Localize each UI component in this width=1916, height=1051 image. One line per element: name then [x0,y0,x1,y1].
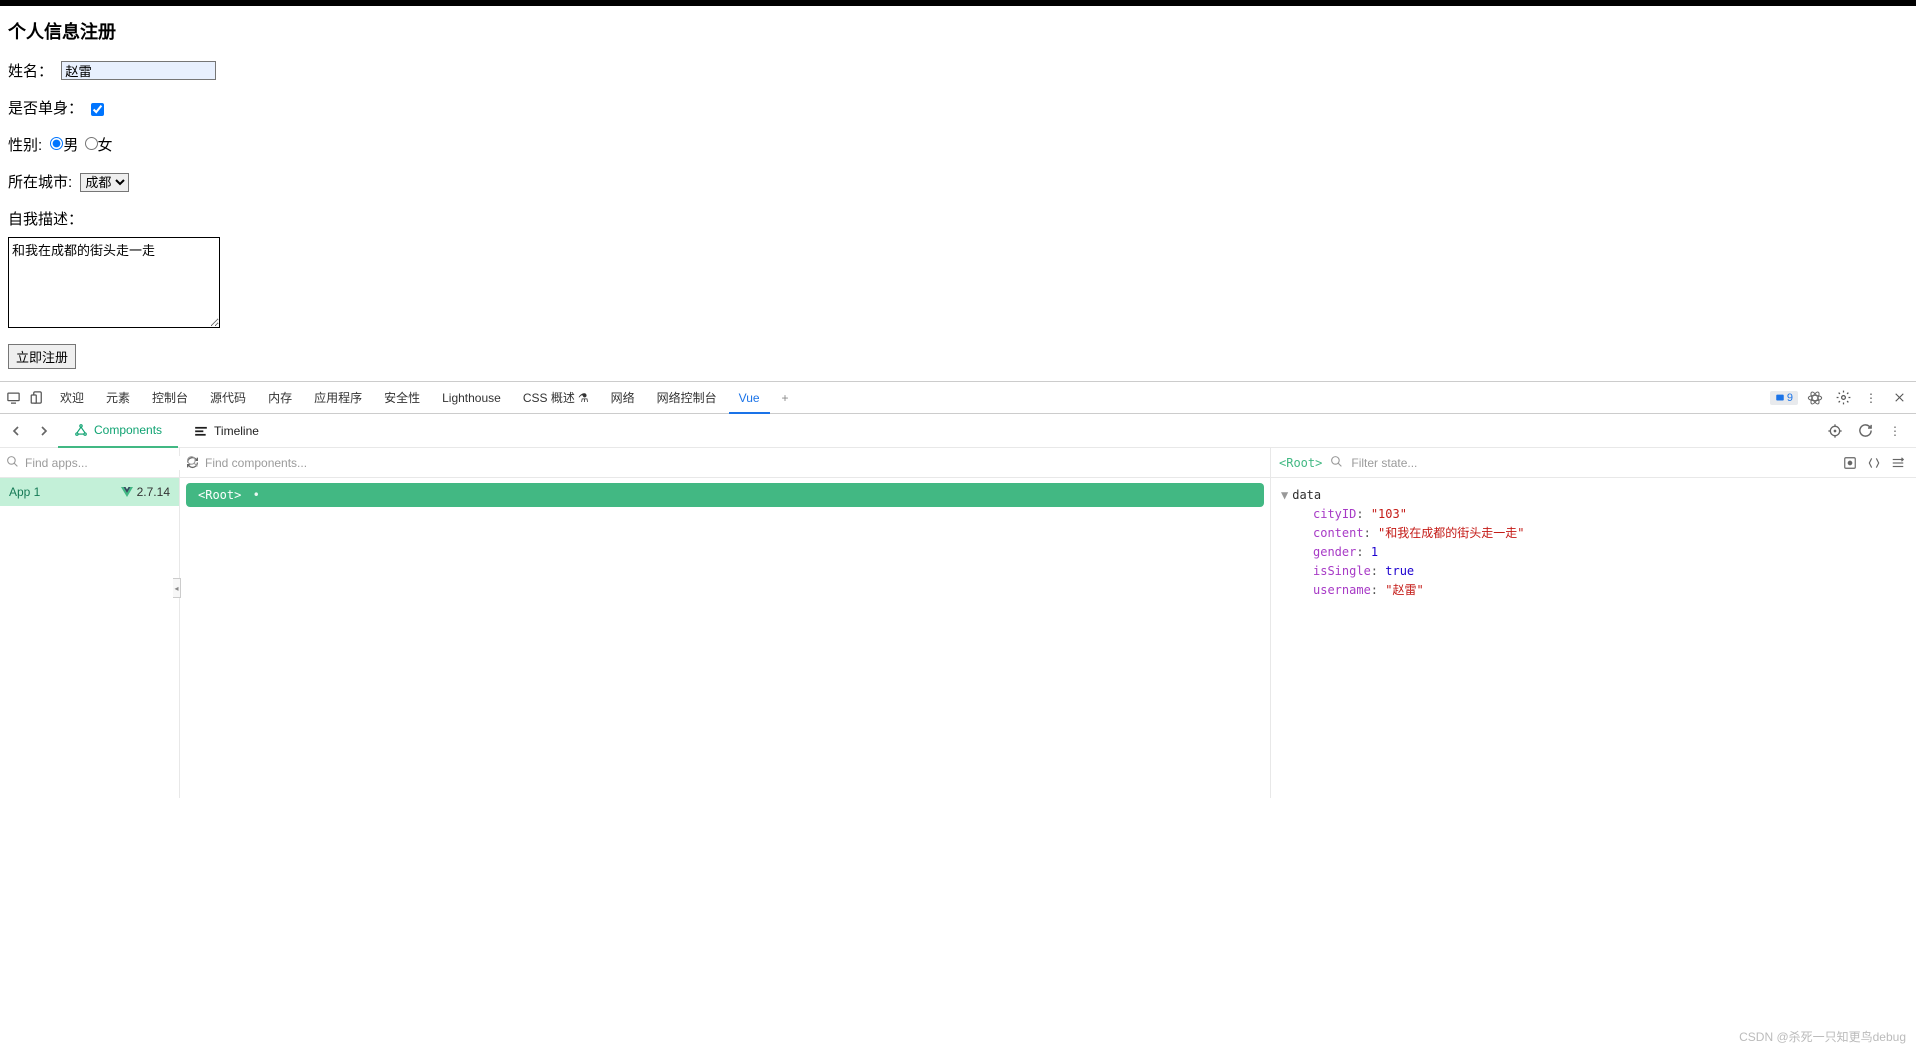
submit-button[interactable]: 立即注册 [8,344,76,369]
gender-female-label: 女 [98,137,113,154]
state-root-tag: <Root> [1279,456,1322,470]
prop-content[interactable]: content: "和我在成都的街头走一走" [1281,524,1906,543]
issues-badge[interactable]: 9 [1770,391,1798,405]
devtools-tab-bar: 欢迎 元素 控制台 源代码 内存 应用程序 安全性 Lighthouse CSS… [0,382,1916,414]
nav-forward-icon[interactable] [30,417,58,445]
page-title: 个人信息注册 [8,18,1908,44]
tab-elements[interactable]: 元素 [96,382,140,414]
components-column: ◂ <Root> • [180,448,1271,798]
root-label: <Root> [198,488,241,502]
tab-console[interactable]: 控制台 [142,382,198,414]
desc-textarea[interactable] [8,237,220,328]
tab-network-console[interactable]: 网络控制台 [647,382,727,414]
search-icon-2 [186,455,199,471]
components-icon [74,423,88,437]
device-icon[interactable] [26,387,48,409]
expand-icon[interactable] [1888,453,1908,473]
search-icon-3 [1330,455,1343,471]
vue-version-text: 2.7.14 [137,485,170,499]
tab-timeline[interactable]: Timeline [178,414,275,448]
kebab-icon-2[interactable]: ⋮ [1884,420,1906,442]
scroll-into-view-icon[interactable] [1840,453,1860,473]
registration-form: 个人信息注册 姓名： 是否单身： 性别: 男 女 所在城市: 成都 自我描述： … [0,6,1916,381]
vue-header-actions: ⋮ [1824,420,1914,442]
flask-icon: ⚗ [578,391,589,405]
gear-icon[interactable] [1832,387,1854,409]
state-filter-input[interactable] [1351,456,1832,470]
vue-logo-icon [121,486,133,498]
prop-issingle[interactable]: isSingle: true [1281,562,1906,581]
tab-sources[interactable]: 源代码 [200,382,256,414]
prop-gender[interactable]: gender: 1 [1281,543,1906,562]
timeline-icon [194,424,208,438]
issues-count: 9 [1787,392,1793,404]
vue-version-badge: 2.7.14 [121,485,170,499]
tab-application[interactable]: 应用程序 [304,382,372,414]
tab-lighthouse[interactable]: Lighthouse [432,382,511,414]
vue-devtools-header: Components Timeline ⋮ [0,414,1916,448]
tab-memory[interactable]: 内存 [258,382,302,414]
city-select[interactable]: 成都 [80,173,129,192]
tab-more[interactable]: + [772,382,796,414]
root-marker: • [253,488,260,502]
crosshair-icon[interactable] [1824,420,1846,442]
apps-search-row [0,448,179,478]
gender-male-radio[interactable] [50,137,63,150]
tab-timeline-label: Timeline [214,424,259,438]
name-label: 姓名： [8,63,53,80]
state-column: <Root> [1271,448,1916,798]
city-label: 所在城市: [8,174,72,191]
single-label: 是否单身： [8,100,83,117]
tab-components[interactable]: Components [58,414,178,448]
name-row: 姓名： [8,60,1908,81]
tab-network[interactable]: 网络 [601,382,645,414]
prop-username[interactable]: username: "赵雷" [1281,581,1906,600]
tab-vue[interactable]: Vue [729,382,770,414]
chevron-down-icon: ▼ [1281,486,1288,505]
app-name-label: App 1 [9,485,40,499]
tab-welcome[interactable]: 欢迎 [50,382,94,414]
react-icon[interactable] [1804,387,1826,409]
gender-female-radio[interactable] [85,137,98,150]
close-icon[interactable] [1888,387,1910,409]
apps-search-input[interactable] [25,456,180,470]
watermark: CSDN @杀死一只知更鸟debug [1739,1028,1906,1045]
desc-row: 自我描述： [8,208,1908,328]
prop-cityid[interactable]: cityID: "103" [1281,505,1906,524]
single-row: 是否单身： [8,97,1908,118]
nav-back-icon[interactable] [2,417,30,445]
inspect-dom-icon[interactable] [1864,453,1884,473]
gender-row: 性别: 男 女 [8,134,1908,155]
state-header: <Root> [1271,448,1916,478]
single-checkbox[interactable] [91,103,104,116]
tab-css-overview[interactable]: CSS 概述⚗ [513,382,599,414]
data-section-header[interactable]: ▼data [1281,486,1906,505]
collapse-handle-icon[interactable]: ◂ [173,578,181,598]
comp-search-row [180,448,1270,478]
state-data-tree: ▼data cityID: "103" content: "和我在成都的街头走一… [1271,478,1916,608]
tab-security[interactable]: 安全性 [374,382,430,414]
apps-column: App 1 2.7.14 [0,448,180,798]
kebab-icon[interactable]: ⋮ [1860,387,1882,409]
city-row: 所在城市: 成都 [8,171,1908,192]
search-icon [6,455,19,471]
devtools-panel: 欢迎 元素 控制台 源代码 内存 应用程序 安全性 Lighthouse CSS… [0,381,1916,798]
name-input[interactable] [61,61,216,80]
desc-label: 自我描述： [8,211,83,228]
gender-label: 性别: [8,137,42,154]
gender-male-label: 男 [63,137,78,154]
refresh-icon[interactable] [1854,420,1876,442]
tab-components-label: Components [94,423,162,437]
app-item[interactable]: App 1 2.7.14 [0,478,179,506]
comp-search-input[interactable] [205,456,1264,470]
component-root-item[interactable]: <Root> • [186,483,1264,507]
vue-body: App 1 2.7.14 ◂ <Root> • [0,448,1916,798]
inspect-icon[interactable] [2,387,24,409]
